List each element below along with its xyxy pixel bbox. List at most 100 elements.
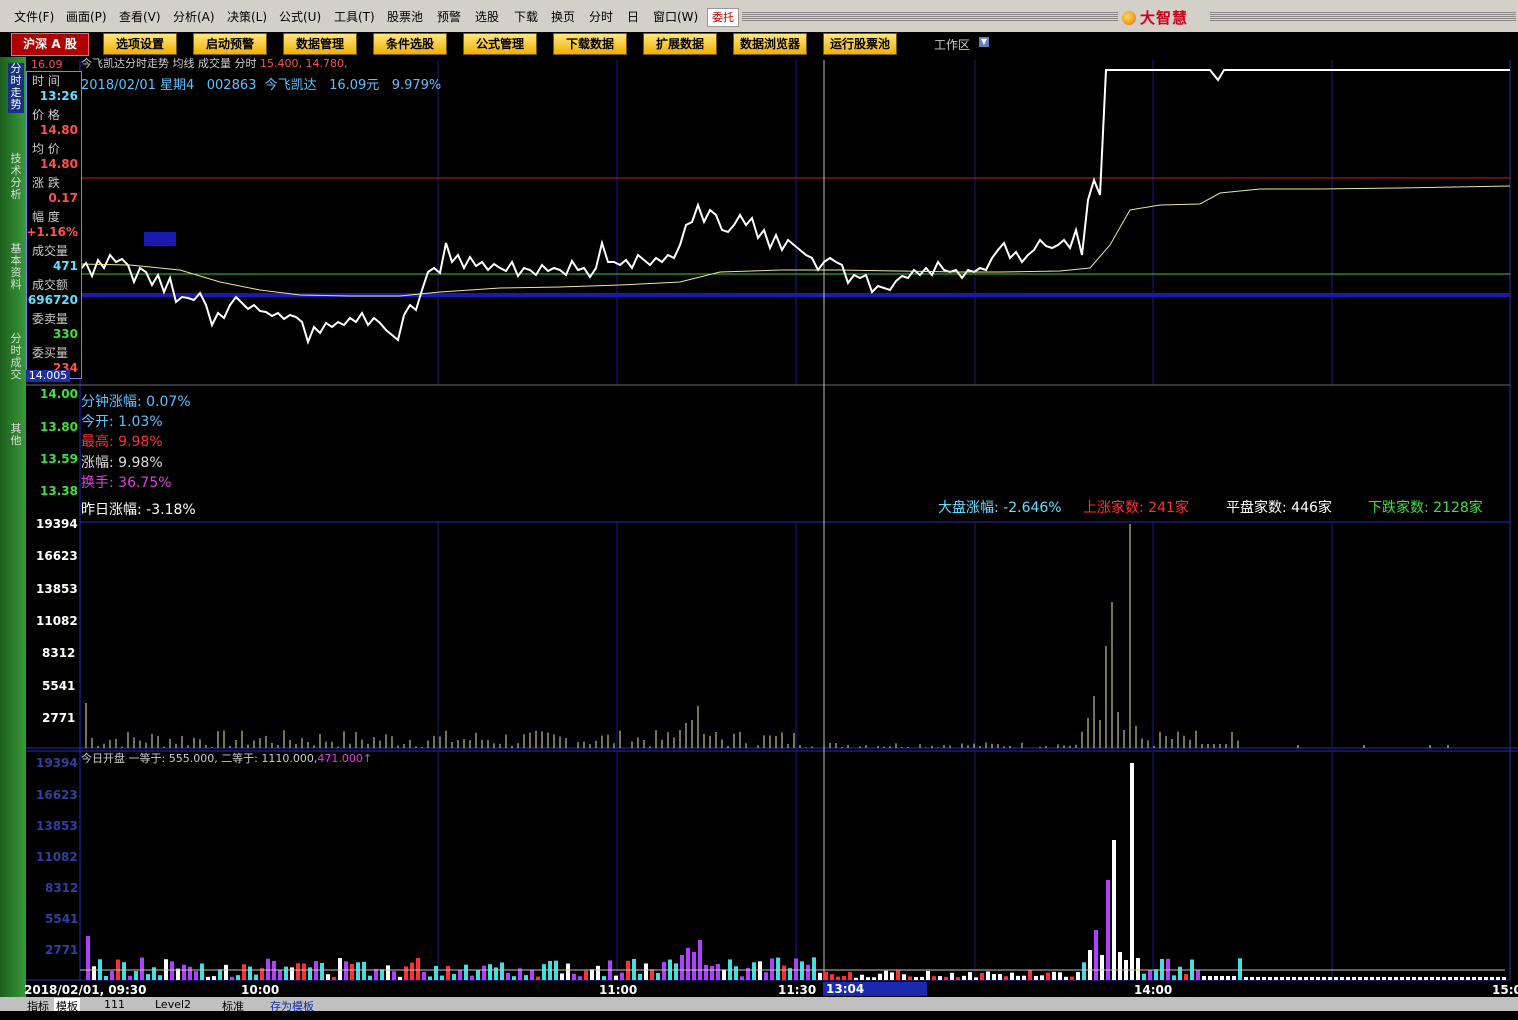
lower-volume-bar [1046,972,1050,980]
tab-fundamental[interactable]: 基本资料 [8,243,24,293]
lower-volume-bar [770,958,774,980]
menu-decision[interactable]: 决策(L) [227,8,267,25]
lower-volume-bar [1016,975,1020,980]
lower-volume-bar [1382,977,1386,980]
lower-volume-bar [812,957,816,980]
condition-pick-button[interactable]: 条件选股 [373,33,447,55]
lower-volume-bar [482,965,486,980]
lower-volume-bar [368,975,372,980]
workspace-label[interactable]: 工作区 [934,36,970,53]
lower-volume-bar [230,976,234,980]
lower-volume-bar [1154,969,1158,980]
vol-axis-label-dim: 2771 [45,943,79,957]
lower-volume-bar [950,972,954,980]
formula-manage-button[interactable]: 公式管理 [463,33,537,55]
lower-volume-bar [1070,976,1074,980]
tab-technical[interactable]: 技术分析 [8,153,24,203]
lower-volume-bar [1112,840,1116,980]
vol-axis-label-dim: 16623 [36,788,78,802]
start-alert-button[interactable]: 启动预警 [193,33,267,55]
tab-intraday[interactable]: 分时走势 [8,63,24,113]
tab-other[interactable]: 其他 [8,423,24,453]
menu-alert[interactable]: 预警 [437,8,461,25]
extend-data-button[interactable]: 扩展数据 [643,33,717,55]
menu-window[interactable]: 窗口(W) [653,8,698,25]
lower-volume-bar [1358,977,1362,980]
lower-volume-bar [410,962,414,980]
lower-volume-bar [434,965,438,980]
tab-level2[interactable]: Level2 [155,998,191,1011]
lower-volume-bar [542,964,546,980]
lower-volume-bar [698,940,702,980]
lower-volume-bar [404,966,408,980]
lower-volume-bar [254,974,258,980]
menu-page[interactable]: 换页 [551,8,575,25]
menu-stock-pool[interactable]: 股票池 [387,8,423,25]
lower-volume-bar [1328,977,1332,980]
options-button[interactable]: 选项设置 [103,33,177,55]
vol-axis-label: 19394 [36,517,78,531]
lower-pane-header: 今日开盘 一等于: 555.000, 二等于: 1110.000,471.000… [81,750,372,766]
info-vol-label: 成交量 [32,244,69,258]
menu-tools[interactable]: 工具(T) [334,8,375,25]
lower-volume-bar [218,969,222,980]
lower-volume-bar [104,975,108,980]
info-price-value: 14.80 [40,123,78,137]
data-browser-button[interactable]: 数据浏览器 [733,33,807,55]
tab-111[interactable]: 111 [104,998,125,1011]
x-axis-label: 11:00 [599,983,638,997]
lower-volume-bar [1388,977,1392,980]
menu-daily[interactable]: 日 [627,8,639,25]
lower-volume-bar [566,963,570,980]
download-data-button[interactable]: 下载数据 [553,33,627,55]
lower-volume-bar [1250,977,1254,980]
menu-formula[interactable]: 公式(U) [279,8,321,25]
lower-volume-bar [224,964,228,980]
lower-volume-bar [878,973,882,980]
vol-axis-label: 5541 [42,679,76,693]
lower-volume-bar [590,969,594,980]
vol-axis-label: 11082 [36,614,78,628]
lower-volume-bar [1202,976,1206,980]
data-manage-button[interactable]: 数据管理 [283,33,357,55]
menu-view-screen[interactable]: 画面(P) [66,8,107,25]
lower-volume-bar [644,963,648,980]
menu-view[interactable]: 查看(V) [119,8,161,25]
lower-volume-bar [530,969,534,980]
weituo-button[interactable]: 委托 [707,8,739,27]
tab-ticks[interactable]: 分时成交 [8,333,24,383]
lower-volume-bar [1028,970,1032,980]
lower-volume-bar [284,966,288,980]
lower-volume-bar [86,936,90,980]
lower-volume-bar [806,964,810,980]
chart-area[interactable] [26,57,1518,997]
menu-download[interactable]: 下载 [514,8,538,25]
chevron-down-icon[interactable]: ▼ [979,37,989,47]
run-pool-button[interactable]: 运行股票池 [823,33,897,55]
lower-volume-bar [374,968,378,980]
lower-volume-bar [362,961,366,980]
lower-volume-bar [992,974,996,980]
lower-volume-bar [512,976,516,980]
lower-volume-bar [1280,977,1284,980]
lower-volume-bar [1478,977,1482,980]
stock-code: 002863 [206,78,257,93]
menu-pick-stock[interactable]: 选股 [475,8,499,25]
lower-volume-bar [842,975,846,980]
market-button[interactable]: 沪深 A 股 [11,33,89,56]
lower-volume-bar [1238,958,1242,980]
lower-volume-bar [1130,763,1134,980]
globe-icon [1122,11,1136,25]
lower-volume-bar [1232,976,1236,980]
intraday-chart-svg [26,60,1518,981]
lower-volume-bar [914,977,918,980]
lower-volume-bar [92,966,96,980]
lower-volume-bar [866,977,870,980]
menu-intraday[interactable]: 分时 [589,8,613,25]
menu-analysis[interactable]: 分析(A) [173,8,215,25]
lower-volume-bar [194,971,198,980]
lower-volume-bar [296,963,300,980]
vol-axis-label: 13853 [36,582,78,596]
lower-volume-bar [680,955,684,980]
menu-file[interactable]: 文件(F) [14,8,54,25]
